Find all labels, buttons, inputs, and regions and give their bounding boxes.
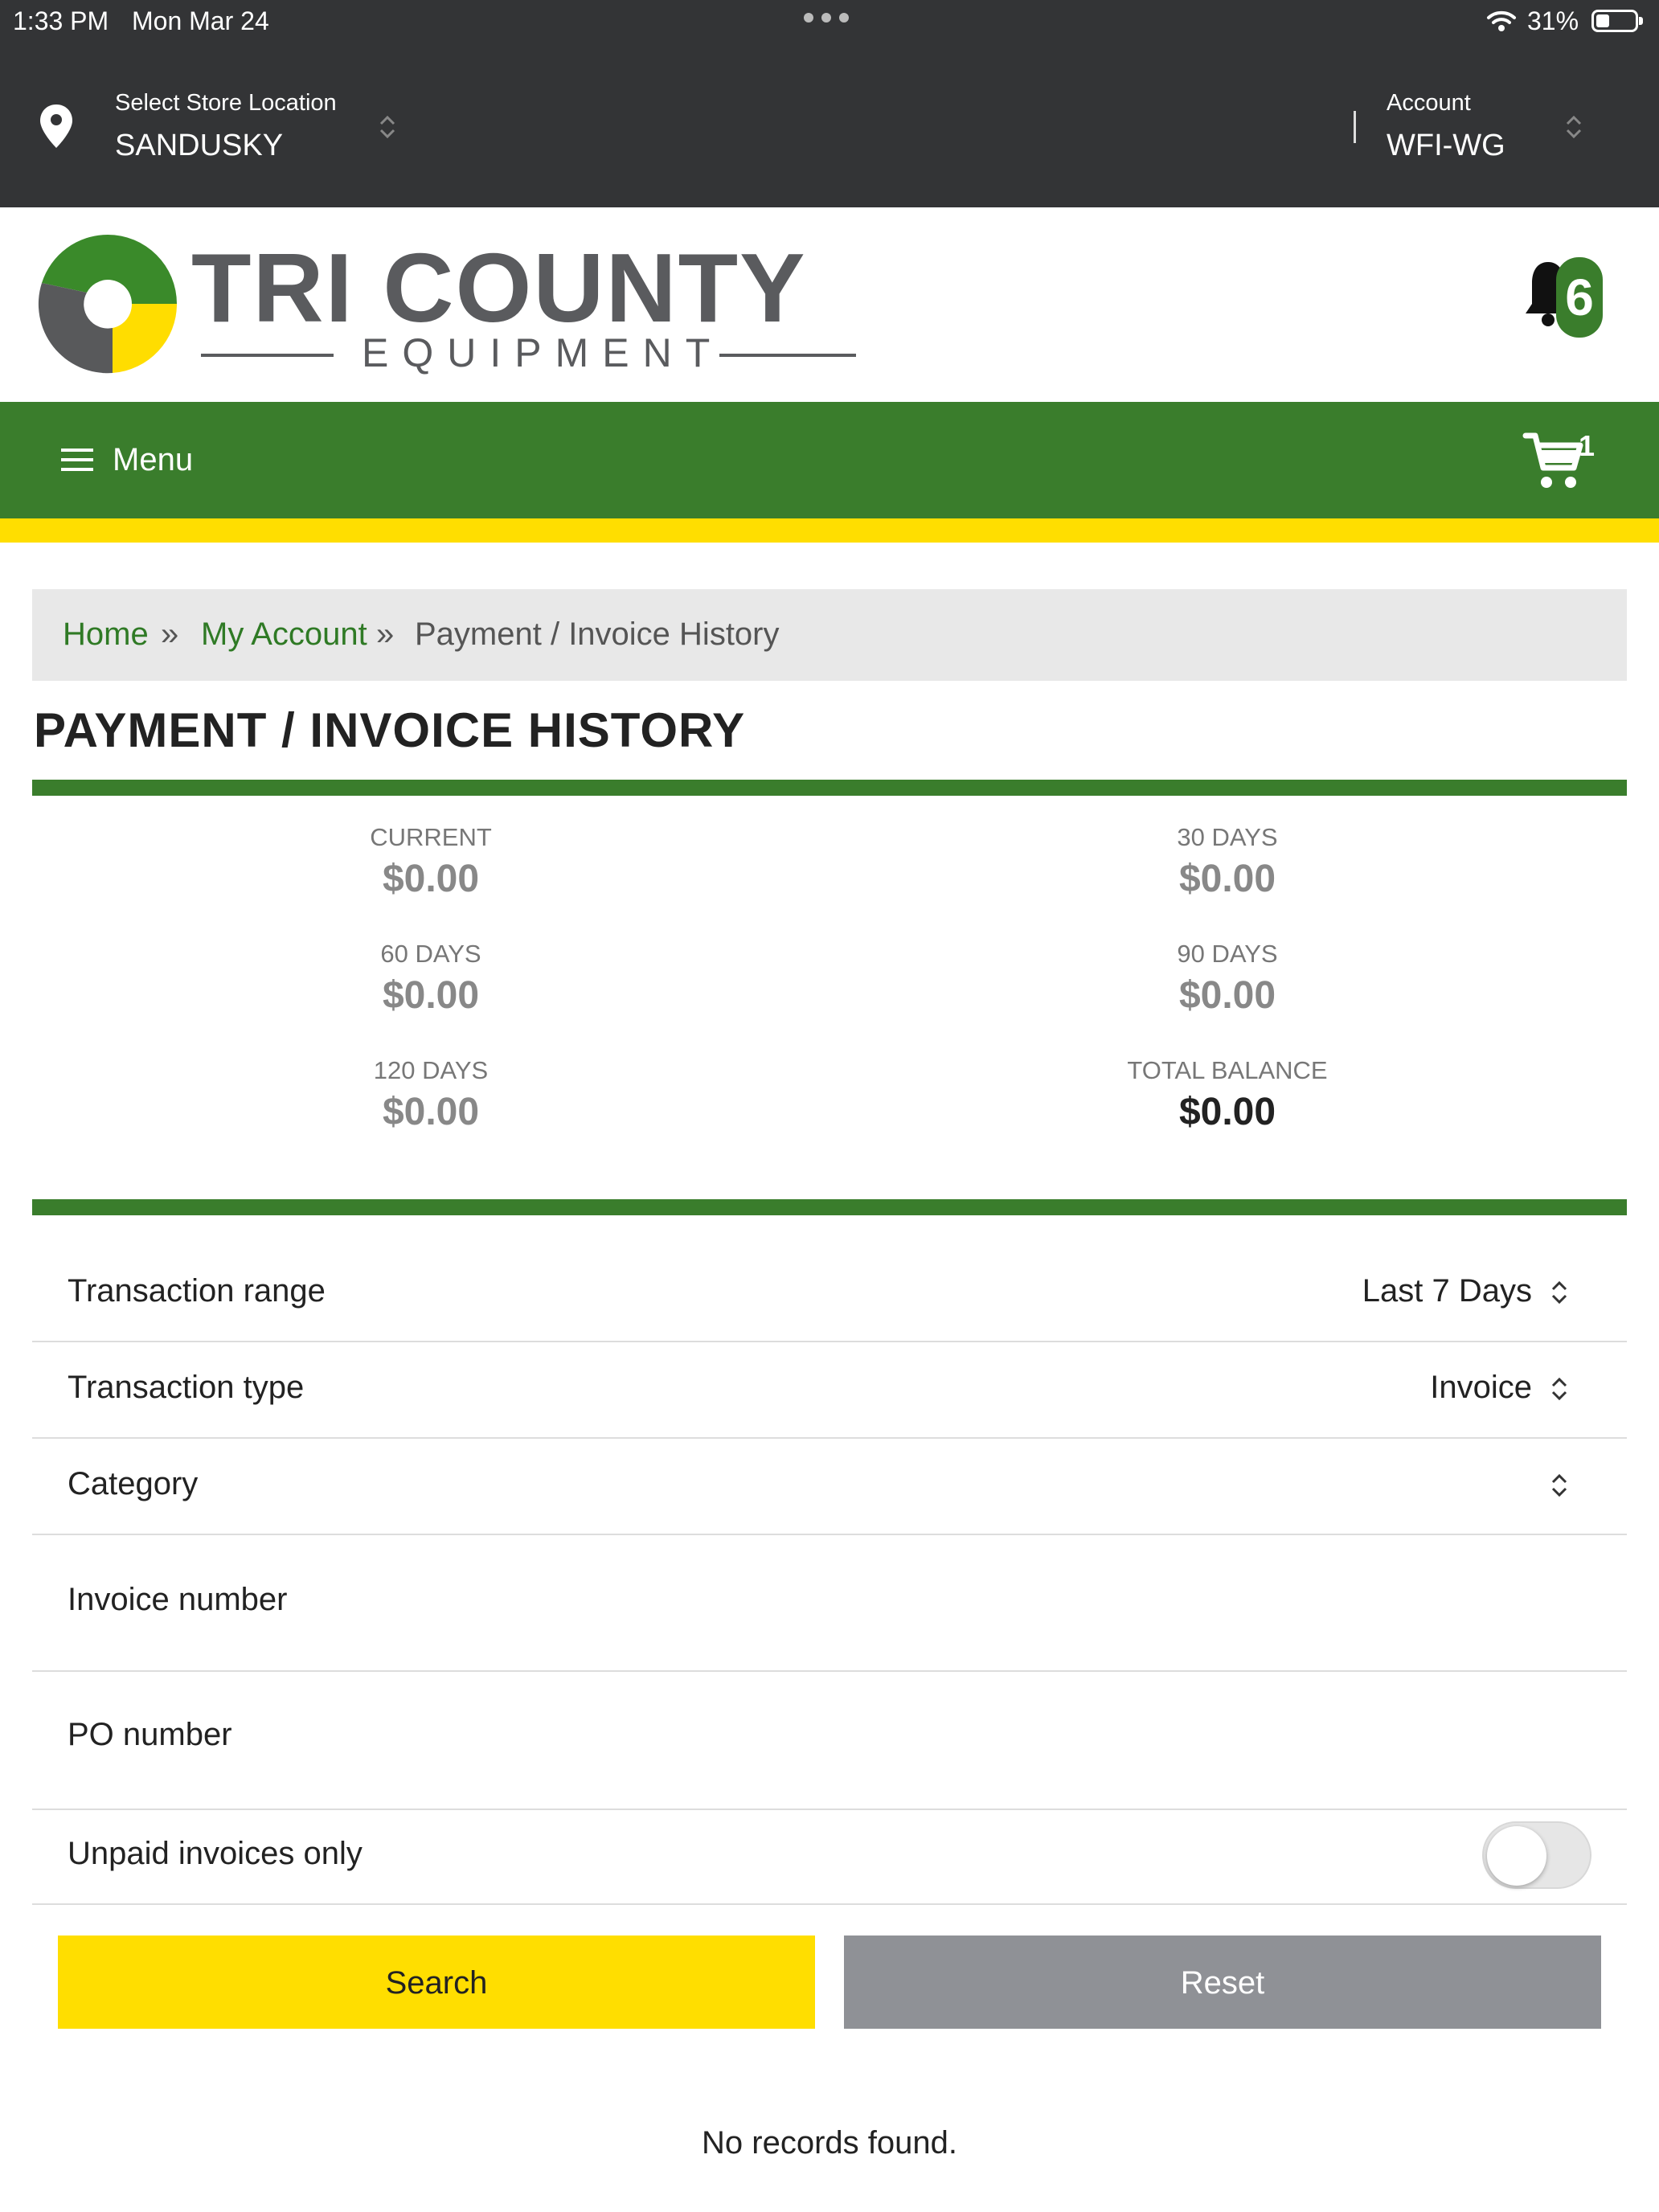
transaction-range-select[interactable]: Transaction range Last 7 Days	[32, 1244, 1627, 1342]
aging-value: $0.00	[382, 1091, 480, 1133]
aging-label: 60 DAYS	[380, 940, 481, 968]
breadcrumb-home[interactable]: Home	[63, 616, 149, 653]
page-title: PAYMENT / INVOICE HISTORY	[34, 703, 746, 757]
breadcrumb-my-account[interactable]: My Account	[201, 616, 367, 653]
unpaid-invoices-label: Unpaid invoices only	[68, 1836, 363, 1871]
battery-icon	[1591, 10, 1643, 32]
logo-subtitle-text: EQUIPMENT	[362, 330, 724, 375]
aging-60-days: 60 DAYS $0.00	[270, 940, 592, 1018]
logo-mark-icon[interactable]	[35, 231, 180, 380]
location-pin-icon	[39, 103, 74, 154]
logo-subtitle: EQUIPMENT	[201, 330, 856, 378]
section-divider	[32, 780, 1627, 796]
aging-label: CURRENT	[370, 823, 492, 851]
aging-current: CURRENT $0.00	[270, 823, 592, 901]
main-nav-bar: Menu 1	[0, 402, 1659, 518]
section-divider	[32, 1199, 1627, 1215]
shopping-cart-icon[interactable]	[1522, 431, 1587, 496]
unpaid-invoices-row: Unpaid invoices only	[32, 1809, 1627, 1905]
menu-button[interactable]: Menu	[113, 442, 193, 478]
aging-90-days: 90 DAYS $0.00	[1067, 940, 1388, 1018]
breadcrumb: Home » My Account » Payment / Invoice Hi…	[32, 589, 1627, 681]
aging-120-days: 120 DAYS $0.00	[270, 1056, 592, 1134]
multitasking-dots-icon[interactable]	[804, 13, 849, 23]
accent-stripe	[0, 518, 1659, 543]
transaction-range-value[interactable]: Last 7 Days	[1362, 1273, 1532, 1309]
aging-label: 30 DAYS	[1177, 823, 1278, 851]
toggle-knob	[1487, 1826, 1546, 1886]
invoice-number-field[interactable]: Invoice number	[32, 1534, 1627, 1672]
divider	[1354, 111, 1356, 143]
aging-label: 90 DAYS	[1177, 940, 1278, 968]
category-label: Category	[68, 1466, 199, 1501]
transaction-range-label: Transaction range	[68, 1273, 326, 1309]
search-button[interactable]: Search	[58, 1936, 815, 2029]
aging-30-days: 30 DAYS $0.00	[1067, 823, 1388, 901]
account-label: Account	[1387, 90, 1471, 116]
reset-button[interactable]: Reset	[844, 1936, 1601, 2029]
transaction-type-select[interactable]: Transaction type Invoice	[32, 1341, 1627, 1439]
aging-total-balance: TOTAL BALANCE $0.00	[1067, 1056, 1388, 1134]
chevron-updown-icon[interactable]	[1548, 1278, 1571, 1311]
unpaid-invoices-toggle[interactable]	[1482, 1821, 1591, 1889]
logo-title: TRI COUNTY	[191, 233, 807, 342]
status-date: Mon Mar 24	[132, 6, 269, 35]
breadcrumb-separator: »	[161, 616, 179, 652]
battery-percent: 31%	[1527, 6, 1579, 35]
store-location-label: Select Store Location	[115, 90, 337, 116]
transaction-type-label: Transaction type	[68, 1370, 305, 1405]
breadcrumb-current: Payment / Invoice History	[415, 616, 780, 652]
aging-label: TOTAL BALANCE	[1127, 1056, 1328, 1084]
chevron-updown-icon[interactable]	[1548, 1374, 1571, 1407]
invoice-number-label: Invoice number	[68, 1582, 288, 1617]
po-number-label: PO number	[68, 1717, 232, 1752]
cart-count-badge[interactable]: 1	[1579, 429, 1595, 463]
notification-badge[interactable]: 6	[1556, 257, 1603, 338]
location-account-bar: Select Store Location SANDUSKY Account W…	[0, 43, 1659, 207]
chevron-updown-icon[interactable]	[1563, 113, 1585, 145]
breadcrumb-separator: »	[376, 616, 395, 652]
aging-value: $0.00	[382, 974, 480, 1017]
aging-value: $0.00	[1178, 974, 1276, 1017]
account-select[interactable]: WFI-WG	[1387, 129, 1505, 163]
status-bar: 1:33 PM Mon Mar 24 31%	[0, 0, 1659, 43]
store-location-select[interactable]: SANDUSKY	[115, 129, 283, 163]
aging-value: $0.00	[382, 858, 480, 900]
hamburger-menu-icon[interactable]	[61, 449, 93, 477]
aging-value: $0.00	[1178, 858, 1276, 900]
wifi-icon	[1485, 8, 1518, 40]
chevron-updown-icon[interactable]	[1548, 1471, 1571, 1504]
category-select[interactable]: Category	[32, 1437, 1627, 1535]
chevron-updown-icon[interactable]	[376, 113, 399, 145]
logo-header: TRI COUNTY EQUIPMENT 6	[0, 207, 1659, 402]
po-number-field[interactable]: PO number	[32, 1672, 1627, 1810]
aging-label: 120 DAYS	[373, 1056, 489, 1084]
aging-value: $0.00	[1178, 1091, 1276, 1133]
status-time: 1:33 PM	[13, 6, 109, 35]
transaction-type-value[interactable]: Invoice	[1430, 1370, 1532, 1406]
empty-results-message: No records found.	[702, 2125, 957, 2161]
